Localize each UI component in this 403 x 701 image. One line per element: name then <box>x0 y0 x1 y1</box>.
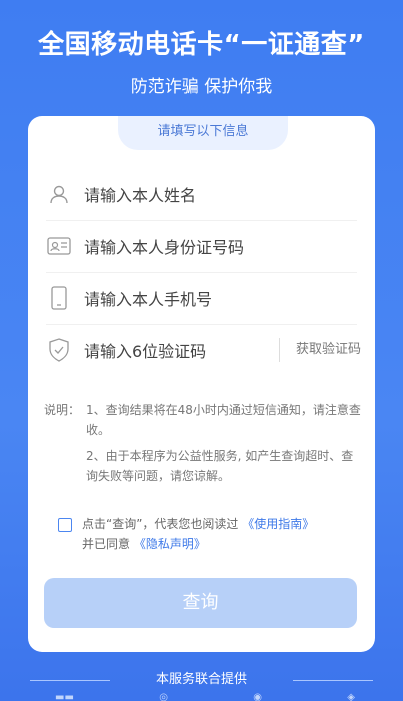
agree-middle: 并已同意 <box>82 537 131 551</box>
query-button[interactable]: 查询 <box>44 578 357 628</box>
code-input[interactable]: 请输入6位验证码 <box>84 338 206 362</box>
phone-field[interactable]: 请输入本人手机号 <box>46 272 361 324</box>
note-item: 1、查询结果将在48小时内通过短信通知，请注意查收。 <box>86 403 361 437</box>
form-card: 请填写以下信息 请输入本人姓名 请输入本人身份证号码 请输入本人手机号 请输入6… <box>28 116 375 652</box>
name-input[interactable]: 请输入本人姓名 <box>84 182 196 206</box>
get-code-button[interactable]: 获取验证码 <box>278 338 361 362</box>
agree-checkbox[interactable] <box>58 518 72 532</box>
code-field[interactable]: 请输入6位验证码 获取验证码 <box>46 324 361 376</box>
shield-check-icon <box>46 337 72 363</box>
id-field[interactable]: 请输入本人身份证号码 <box>46 220 361 272</box>
phone-icon <box>46 285 72 311</box>
page-subtitle: 防范诈骗 保护你我 <box>130 77 273 97</box>
user-icon <box>46 181 72 207</box>
name-field[interactable]: 请输入本人姓名 <box>46 168 361 220</box>
partner-logo: ◈ <box>347 692 355 701</box>
partner-logo: ▬▬ <box>55 692 74 701</box>
phone-input[interactable]: 请输入本人手机号 <box>84 286 212 310</box>
form-header-tab: 请填写以下信息 <box>118 116 288 150</box>
terms-link[interactable]: 《使用指南》 <box>242 517 314 531</box>
note-item: 2、由于本程序为公益性服务, 如产生查询超时、查询失败等问题，请您谅解。 <box>86 449 354 483</box>
partner-logo: ◉ <box>253 692 262 701</box>
notes-label: 说明： <box>44 403 81 417</box>
id-card-icon <box>46 233 72 259</box>
privacy-link[interactable]: 《隐私声明》 <box>134 537 206 551</box>
partner-logos: ▬▬ ◎ ◉ ◈ <box>55 692 355 701</box>
page-title: 全国移动电话卡“一证通查” <box>38 30 365 60</box>
id-number-input[interactable]: 请输入本人身份证号码 <box>84 234 244 258</box>
partner-logo: ◎ <box>159 692 168 701</box>
agree-prefix: 点击“查询”，代表您也阅读过 <box>82 517 239 531</box>
footer-text: 本服务联合提供 <box>155 672 247 687</box>
